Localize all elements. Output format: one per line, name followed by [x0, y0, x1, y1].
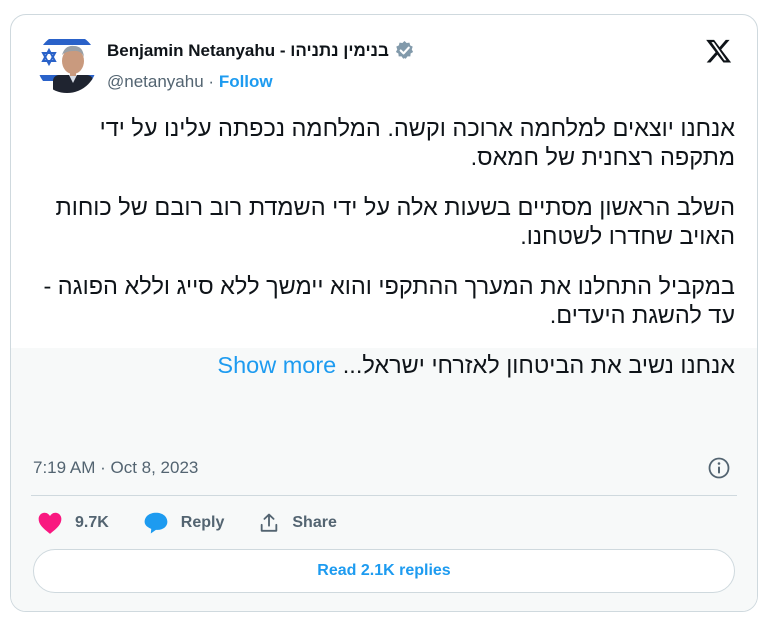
tweet-body: אנחנו יוצאים למלחמה ארוכה וקשה. המלחמה נ…: [41, 114, 735, 401]
tweet-card: Benjamin Netanyahu - בנימין נתניהו @neta…: [10, 14, 758, 612]
tweet-paragraph: אנחנו יוצאים למלחמה ארוכה וקשה. המלחמה נ…: [99, 115, 735, 170]
author-handle-row: @netanyahu · Follow: [107, 72, 273, 92]
tweet-timestamp[interactable]: 7:19 AM · Oct 8, 2023: [33, 458, 198, 478]
likes-count: 9.7K: [75, 514, 109, 531]
author-display-name[interactable]: Benjamin Netanyahu - בנימין נתניהו: [107, 41, 389, 61]
tweet-last-line-row: אנחנו נשיב את הביטחון לאזרחי ישראל... Sh…: [41, 351, 735, 380]
share-button[interactable]: Share: [258, 512, 337, 534]
show-more-link[interactable]: Show more: [217, 352, 336, 378]
avatar[interactable]: [37, 33, 97, 93]
info-icon[interactable]: [707, 456, 731, 480]
verified-badge-icon: [395, 40, 413, 59]
tweet-last-line: אנחנו נשיב את הביטחון לאזרחי ישראל...: [342, 352, 735, 378]
reply-button[interactable]: Reply: [143, 511, 225, 535]
reply-bubble-icon: [144, 512, 168, 534]
share-icon: [261, 513, 278, 532]
read-replies-button[interactable]: Read 2.1K replies: [33, 549, 735, 593]
x-logo-icon[interactable]: [705, 37, 733, 65]
reply-label: Reply: [180, 514, 225, 531]
author-name-row[interactable]: Benjamin Netanyahu - בנימין נתניהו: [107, 40, 415, 61]
tweet-paragraph: השלב הראשון מסתיים בשעות אלה על ידי השמד…: [55, 194, 736, 249]
author-handle[interactable]: @netanyahu: [107, 72, 204, 91]
read-replies-label: Read 2.1K replies: [317, 562, 451, 579]
share-label: Share: [292, 514, 337, 531]
divider: [31, 495, 737, 496]
tweet-paragraph: במקביל התחלנו את המערך ההתקפי והוא יימשך…: [43, 273, 735, 328]
avatar-photo: [37, 33, 97, 93]
follow-link[interactable]: Follow: [219, 72, 273, 91]
heart-icon: [38, 512, 62, 534]
like-button[interactable]: 9.7K: [37, 511, 109, 535]
handle-separator: ·: [208, 72, 215, 91]
action-bar: 9.7K Reply Share: [37, 509, 371, 537]
